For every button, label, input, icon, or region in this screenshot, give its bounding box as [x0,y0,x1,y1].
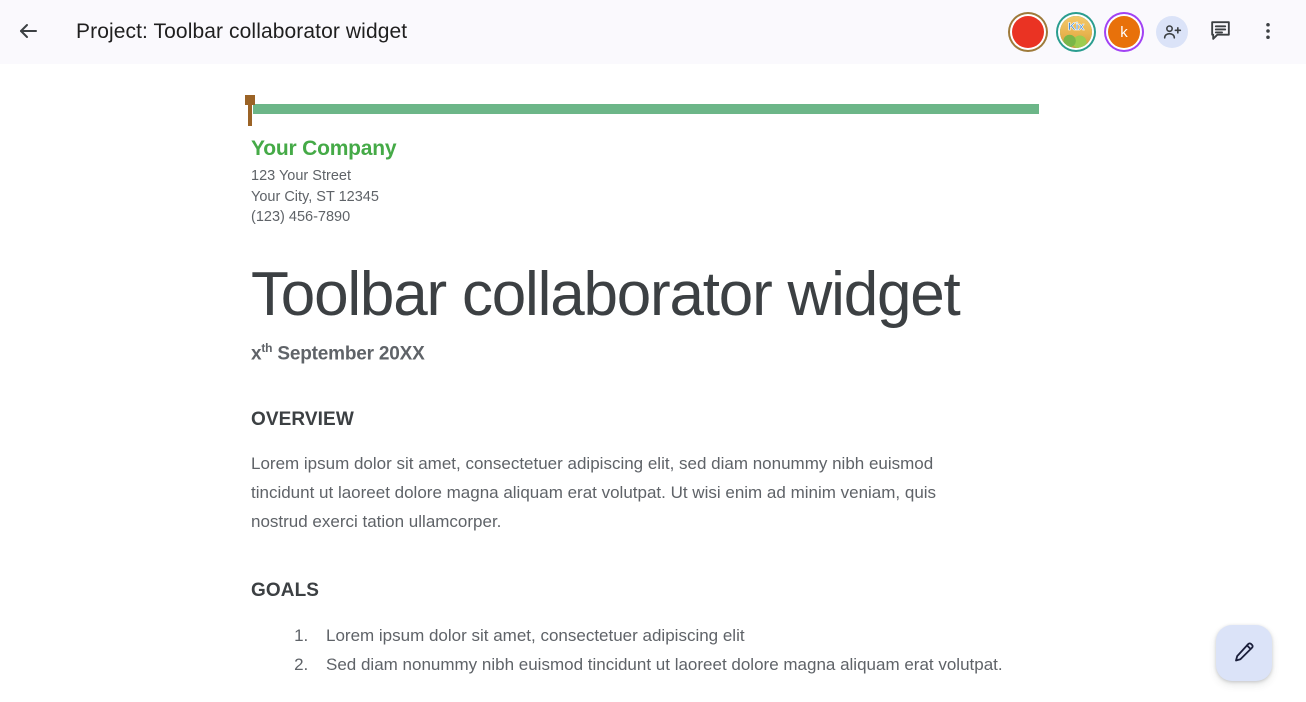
app-bar: Project: Toolbar collaborator widget Kix… [0,0,1306,64]
collaborator-avatar-kix[interactable]: Kix [1052,8,1100,56]
header-rule-row [245,95,1039,126]
goals-heading: GOALS [251,579,320,601]
pencil-icon [1232,640,1256,667]
arrow-left-icon [16,19,40,46]
document-date: xth September 20XX [251,341,1039,365]
list-item: Lorem ipsum dolor sit amet, consectetuer… [313,621,1039,650]
comment-icon [1208,18,1233,46]
app-bar-actions: Kix k [1004,8,1306,56]
collaborator-cursor [245,95,255,126]
goals-list: Lorem ipsum dolor sit amet, consectetuer… [251,621,1039,679]
avatar [1012,16,1044,48]
green-divider [253,104,1039,114]
more-options-button[interactable] [1244,8,1292,56]
document-body: Your Company 123 Your Street Your City, … [245,64,1039,679]
company-address: 123 Your Street Your City, ST 12345 (123… [251,166,1039,228]
edit-fab-button[interactable] [1216,625,1272,681]
address-line-1: 123 Your Street [251,168,351,184]
overview-heading: OVERVIEW [251,408,354,430]
back-button[interactable] [4,8,52,56]
avatar-initial: k [1120,23,1128,41]
address-line-3: (123) 456-7890 [251,209,351,225]
avatar: Kix [1060,16,1092,48]
page-title: Project: Toolbar collaborator widget [76,20,408,43]
overview-paragraph: Lorem ipsum dolor sit amet, consectetuer… [251,453,937,531]
address-line-2: Your City, ST 12345 [251,188,379,205]
add-person-button[interactable] [1148,8,1196,56]
avatar: k [1108,16,1140,48]
date-prefix: x [251,342,262,364]
date-rest: September 20XX [272,342,425,364]
collaborator-avatar-red[interactable] [1004,8,1052,56]
collaborator-avatar-k[interactable]: k [1100,8,1148,56]
more-vertical-icon [1257,20,1279,45]
document-canvas[interactable]: Your Company 123 Your Street Your City, … [0,64,1306,702]
company-name: Your Company [251,137,397,160]
comment-button[interactable] [1196,8,1244,56]
date-ordinal-suffix: th [261,340,273,355]
document-title: Toolbar collaborator widget [251,259,961,329]
list-item: Sed diam nonummy nibh euismod tincidunt … [313,650,1039,679]
add-person-icon [1156,16,1188,48]
avatar-label: Kix [1067,21,1085,34]
